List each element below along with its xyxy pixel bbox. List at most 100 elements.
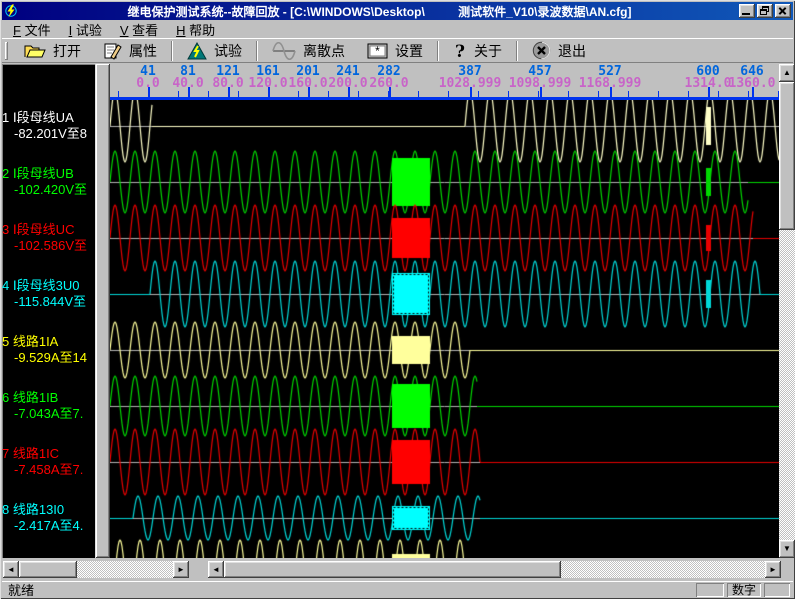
discrete-points-button[interactable]: 离散点	[261, 39, 356, 63]
menu-item-test[interactable]: I 试验	[60, 19, 111, 40]
ruler-major-tick	[188, 87, 190, 97]
vertical-scroll-track[interactable]	[779, 230, 795, 540]
channel-label-3[interactable]: 3 Ⅰ段母线UC-102.586V至	[2, 222, 96, 254]
minimize-icon	[742, 13, 750, 15]
title-bar[interactable]: 继电保护测试系统--故障回放 - [C:\WINDOWS\Desktop\ 测试…	[2, 2, 793, 20]
scroll-left-button[interactable]: ◄	[208, 561, 224, 578]
app-window: 继电保护测试系统--故障回放 - [C:\WINDOWS\Desktop\ 测试…	[0, 0, 795, 599]
minimize-button[interactable]	[739, 4, 755, 18]
scroll-right-button[interactable]: ►	[173, 561, 189, 578]
run-test-button[interactable]: 试验	[176, 39, 253, 63]
ruler-minor-tick	[598, 91, 599, 97]
question-icon: ?	[453, 42, 467, 60]
pane-splitter[interactable]	[96, 64, 110, 558]
ruler-major-tick	[752, 87, 754, 97]
app-icon	[4, 4, 18, 18]
ruler-minor-tick	[538, 91, 539, 97]
channel-name: 2 Ⅰ段母线UB	[2, 166, 96, 182]
open-button[interactable]: 打开	[13, 39, 92, 63]
ruler-minor-tick	[328, 91, 329, 97]
sine-wave-icon	[272, 42, 296, 60]
ruler-major-tick	[348, 87, 350, 97]
horizontal-scroll-row: ◄ ► ◄ ►	[2, 560, 793, 580]
channel-label-5[interactable]: 5 线路1IA-9.529A至14	[2, 334, 96, 366]
sidebar-horizontal-scrollbar[interactable]: ◄ ►	[3, 561, 189, 578]
waveform-scroll-track[interactable]	[561, 561, 765, 578]
svg-text:*: *	[375, 44, 380, 58]
ruler-minor-tick	[358, 91, 359, 97]
channel-range: -115.844V至	[2, 294, 96, 310]
ruler-major-tick	[389, 87, 391, 97]
waveform-scroll-thumb[interactable]	[224, 561, 561, 578]
discrete-points-label: 离散点	[303, 41, 345, 61]
status-indicator-numeric: 数字	[727, 583, 761, 597]
toolbar-separator	[256, 41, 258, 61]
menu-item-help[interactable]: H 帮助	[167, 19, 224, 40]
close-button[interactable]	[775, 4, 791, 18]
toolbar-separator	[171, 41, 173, 61]
status-bar: 就绪 数字	[2, 581, 793, 597]
folder-open-icon	[24, 43, 46, 59]
ruler-minor-tick	[118, 91, 119, 97]
channel-name: 4 Ⅰ段母线3U0	[2, 278, 96, 294]
scroll-right-button[interactable]: ►	[765, 561, 781, 578]
waveform-horizontal-scrollbar[interactable]: ◄ ►	[208, 561, 781, 578]
ruler-minor-tick	[688, 91, 689, 97]
ruler-minor-tick	[628, 91, 629, 97]
channel-range: -102.420V至	[2, 182, 96, 198]
channel-range: -7.458A至7.	[2, 462, 96, 478]
ruler-major-tick	[268, 87, 270, 97]
menu-hotkey: H	[176, 23, 185, 38]
channel-label-8[interactable]: 8 线路13I0-2.417A至4.	[2, 502, 96, 534]
exit-icon	[532, 41, 551, 60]
time-ruler: 410.08140.012180.0161120.0201160.0241200…	[110, 64, 779, 100]
channel-name: 6 线路1IB	[2, 390, 96, 406]
ruler-minor-tick	[418, 91, 419, 97]
waveform-canvas[interactable]	[110, 100, 779, 558]
about-button[interactable]: ? 关于	[442, 39, 513, 63]
menu-item-view[interactable]: V 查看	[111, 19, 167, 40]
status-indicator-empty-0	[696, 583, 724, 597]
waveform-area[interactable]	[110, 100, 779, 558]
menu-hotkey: I	[69, 23, 73, 38]
channel-name: 8 线路13I0	[2, 502, 96, 518]
channel-range: -7.043A至7.	[2, 406, 96, 422]
test-icon	[187, 42, 207, 60]
ruler-minor-tick	[208, 91, 209, 97]
channel-label-6[interactable]: 6 线路1IB-7.043A至7.	[2, 390, 96, 422]
exit-button[interactable]: 退出	[521, 39, 597, 63]
ruler-major-tick	[470, 87, 472, 97]
channel-range: -9.529A至14	[2, 350, 96, 366]
ruler-minor-tick	[478, 91, 479, 97]
sidebar-scroll-thumb[interactable]	[19, 561, 77, 578]
menu-item-file[interactable]: F 文件	[4, 19, 60, 40]
scroll-down-button[interactable]: ▼	[779, 540, 795, 558]
scroll-left-button[interactable]: ◄	[3, 561, 19, 578]
ruler-minor-tick	[238, 91, 239, 97]
channel-label-2[interactable]: 2 Ⅰ段母线UB-102.420V至	[2, 166, 96, 198]
menu-bar: F 文件I 试验V 查看H 帮助	[2, 20, 793, 38]
exit-label: 退出	[558, 41, 586, 61]
about-label: 关于	[474, 41, 502, 61]
sidebar-scroll-track[interactable]	[77, 561, 173, 578]
channel-label-1[interactable]: 1 Ⅰ段母线UA-82.201V至8	[2, 110, 96, 142]
toolbar-separator	[437, 41, 439, 61]
ruler-major-tick	[610, 87, 612, 97]
vertical-scrollbar[interactable]: ▲ ▼	[779, 64, 795, 558]
restore-button[interactable]	[757, 4, 773, 18]
properties-icon	[103, 42, 122, 60]
ruler-major-tick	[308, 87, 310, 97]
channel-label-4[interactable]: 4 Ⅰ段母线3U0-115.844V至	[2, 278, 96, 310]
properties-button[interactable]: 属性	[92, 39, 168, 63]
scroll-up-button[interactable]: ▲	[779, 64, 795, 82]
ruler-minor-tick	[178, 91, 179, 97]
status-panels: 数字	[696, 583, 793, 597]
properties-label: 属性	[129, 41, 157, 61]
ruler-minor-tick	[508, 91, 509, 97]
settings-button[interactable]: *设置	[356, 39, 434, 63]
run-test-label: 试验	[214, 41, 242, 61]
channel-label-7[interactable]: 7 线路1IC-7.458A至7.	[2, 446, 96, 478]
vertical-scroll-thumb[interactable]	[779, 82, 795, 230]
toolbar-grip[interactable]	[5, 42, 8, 60]
ruler-major-tick	[148, 87, 150, 97]
